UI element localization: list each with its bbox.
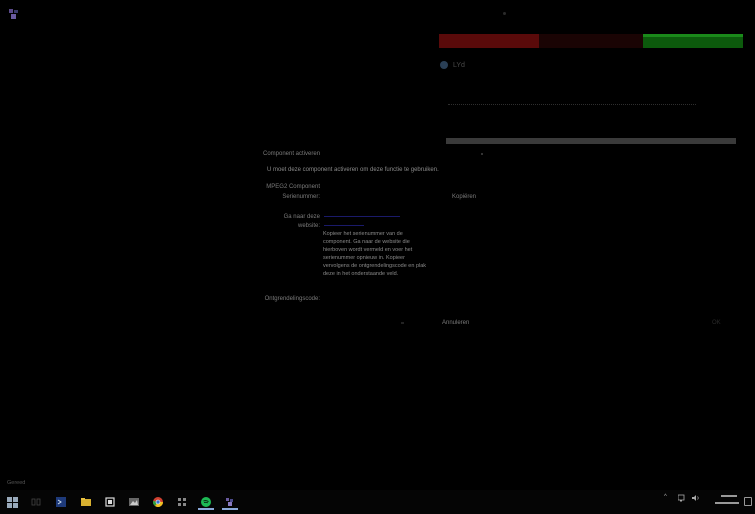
serial-label: Serienummer: — [282, 194, 320, 200]
status-bar-middle — [539, 34, 643, 48]
spotify-icon[interactable] — [198, 494, 214, 510]
separator — [448, 104, 696, 105]
brand-logo-icon — [440, 61, 448, 69]
status-bar-green — [643, 34, 743, 48]
brand: LYd — [440, 60, 465, 70]
app-logo-icon[interactable] — [222, 494, 238, 510]
file-explorer-icon[interactable] — [78, 494, 94, 510]
active-indicator — [222, 508, 238, 510]
marker — [481, 153, 483, 155]
component-label: MPEG2 Component — [266, 184, 320, 190]
windows-start-icon[interactable] — [4, 494, 20, 510]
progress-bar — [446, 138, 736, 144]
powershell-icon[interactable] — [53, 494, 69, 510]
chrome-icon[interactable] — [150, 494, 166, 510]
status-text: Gereed — [7, 480, 26, 486]
window-indicator — [503, 12, 506, 15]
status-bar-red — [439, 34, 539, 48]
cancel-button[interactable]: Annuleren — [442, 320, 469, 326]
instructions-text: Kopieer het serienummer van de component… — [323, 231, 427, 277]
dialog-title: Component activeren — [263, 151, 321, 157]
website-label: Ga naar deze website: — [283, 214, 320, 229]
dialog-message: U moet deze component activeren om deze … — [267, 167, 439, 173]
active-indicator — [198, 508, 214, 510]
chevron-up-icon[interactable]: ^ — [664, 494, 667, 500]
brand-text: LYd — [453, 61, 465, 69]
photos-icon[interactable] — [126, 494, 142, 510]
app-logo-icon[interactable] — [8, 8, 20, 20]
clock[interactable] — [713, 493, 741, 510]
dialog-marker — [401, 322, 404, 324]
office-icon[interactable] — [102, 494, 118, 510]
volume-icon[interactable] — [692, 494, 700, 504]
taskbar: ^ — [0, 490, 755, 514]
copy-button[interactable]: Kopiëren — [452, 194, 476, 200]
unlock-code-label: Ontgrendelingscode: — [264, 296, 320, 302]
apps-icon[interactable] — [174, 494, 190, 510]
notification-icon[interactable] — [744, 497, 752, 506]
ok-button[interactable]: OK — [712, 320, 721, 326]
task-view-icon[interactable] — [28, 494, 44, 510]
network-icon[interactable] — [677, 494, 686, 504]
